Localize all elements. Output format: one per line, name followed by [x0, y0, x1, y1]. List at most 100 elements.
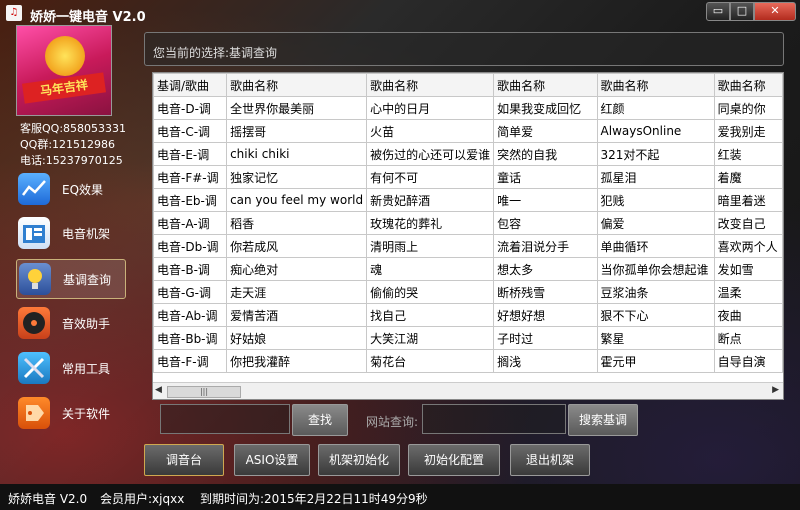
- song-cell[interactable]: 好想好想: [493, 303, 598, 327]
- song-cell[interactable]: 你把我灌醉: [226, 349, 368, 373]
- sidebar-item-key-query[interactable]: 基调查询: [16, 259, 126, 299]
- song-cell[interactable]: 偷偷的哭: [366, 280, 495, 304]
- song-cell[interactable]: 菊花台: [366, 349, 495, 373]
- sidebar-item-about[interactable]: 关于软件: [16, 394, 124, 432]
- song-cell[interactable]: 单曲循环: [596, 234, 715, 258]
- song-cell[interactable]: 子时过: [493, 326, 598, 350]
- song-cell[interactable]: 清明雨上: [366, 234, 495, 258]
- sidebar-item-tools[interactable]: 常用工具: [16, 349, 124, 387]
- key-search-input[interactable]: [160, 404, 290, 434]
- scroll-left-icon[interactable]: ◀: [155, 385, 162, 395]
- song-cell[interactable]: 发如雪: [713, 257, 783, 281]
- site-query-input[interactable]: [422, 404, 566, 434]
- song-cell[interactable]: 玫瑰花的葬礼: [366, 211, 495, 235]
- song-cell[interactable]: 全世界你最美丽: [226, 96, 368, 120]
- song-cell[interactable]: 红颜: [596, 96, 715, 120]
- table-row[interactable]: 电音-Eb-调 can you feel my world 新贵妃醉酒 唯一 犯贱 暗里着…: [153, 188, 783, 212]
- sidebar-item-rack[interactable]: 电音机架: [16, 214, 124, 252]
- key-cell[interactable]: 电音-Eb-调: [153, 188, 228, 212]
- exit-rack-button[interactable]: 退出机架: [510, 444, 590, 476]
- table-row[interactable]: 电音-Ab-调 爱情苦酒 找自己 好想好想 狠不下心 夜曲: [153, 303, 783, 327]
- song-cell[interactable]: 豆浆油条: [596, 280, 715, 304]
- table-row[interactable]: 电音-F-调 你把我灌醉 菊花台 搁浅 霍元甲 自导自演: [153, 349, 783, 373]
- asio-settings-button[interactable]: ASIO设置: [234, 444, 310, 476]
- song-cell[interactable]: 断桥残雪: [493, 280, 598, 304]
- key-cell[interactable]: 电音-E-调: [153, 142, 228, 166]
- song-cell[interactable]: 心中的日月: [366, 96, 495, 120]
- song-cell[interactable]: 爱我别走: [713, 119, 783, 143]
- song-cell[interactable]: 搁浅: [493, 349, 598, 373]
- scroll-thumb[interactable]: |||: [167, 386, 241, 398]
- close-button[interactable]: ✕: [754, 2, 796, 21]
- song-cell[interactable]: can you feel my world: [226, 188, 368, 212]
- song-cell[interactable]: 温柔: [713, 280, 783, 304]
- key-cell[interactable]: 电音-F#-调: [153, 165, 228, 189]
- key-cell[interactable]: 电音-Ab-调: [153, 303, 228, 327]
- song-cell[interactable]: 爱情苦酒: [226, 303, 368, 327]
- key-cell[interactable]: 电音-D-调: [153, 96, 228, 120]
- song-cell[interactable]: 独家记忆: [226, 165, 368, 189]
- table-row[interactable]: 电音-F#-调 独家记忆 有何不可 童话 孤星泪 着魔: [153, 165, 783, 189]
- horizontal-scrollbar[interactable]: ◀ ||| ▶: [153, 382, 783, 399]
- song-cell[interactable]: 想太多: [493, 257, 598, 281]
- key-table[interactable]: 基调/歌曲 歌曲名称 歌曲名称 歌曲名称 歌曲名称 歌曲名称 电音-D-调 全世界你最美丽心…: [152, 72, 784, 400]
- table-row[interactable]: 电音-A-调 稻香 玫瑰花的葬礼 包容 偏爱 改变自己: [153, 211, 783, 235]
- song-cell[interactable]: 找自己: [366, 303, 495, 327]
- song-cell[interactable]: 走天涯: [226, 280, 368, 304]
- table-row[interactable]: 电音-Db-调 你若成风 清明雨上 流着泪说分手 单曲循环 喜欢两个人: [153, 234, 783, 258]
- song-cell[interactable]: 狠不下心: [596, 303, 715, 327]
- key-cell[interactable]: 电音-F-调: [153, 349, 228, 373]
- song-cell[interactable]: 痴心绝对: [226, 257, 368, 281]
- song-cell[interactable]: 有何不可: [366, 165, 495, 189]
- table-row[interactable]: 电音-B-调 痴心绝对魂想太多 当你孤单你会想起谁 发如雪: [153, 257, 783, 281]
- key-cell[interactable]: 电音-Bb-调: [153, 326, 228, 350]
- song-cell[interactable]: 喜欢两个人: [713, 234, 783, 258]
- minimize-button[interactable]: ▭: [706, 2, 730, 21]
- table-row[interactable]: 电音-E-调 chiki chiki 被伤过的心还可以爱谁 突然的自我 321对不起 红装: [153, 142, 783, 166]
- search-key-button[interactable]: 搜索基调: [568, 404, 638, 436]
- song-cell[interactable]: 摇摆哥: [226, 119, 368, 143]
- song-cell[interactable]: 如果我变成回忆: [493, 96, 598, 120]
- song-cell[interactable]: 夜曲: [713, 303, 783, 327]
- song-cell[interactable]: 321对不起: [596, 142, 715, 166]
- song-cell[interactable]: 唯一: [493, 188, 598, 212]
- key-cell[interactable]: 电音-C-调: [153, 119, 228, 143]
- song-cell[interactable]: 霍元甲: [596, 349, 715, 373]
- song-cell[interactable]: 偏爱: [596, 211, 715, 235]
- song-cell[interactable]: 突然的自我: [493, 142, 598, 166]
- song-cell[interactable]: 稻香: [226, 211, 368, 235]
- column-header[interactable]: 基调/歌曲: [153, 73, 228, 97]
- key-cell[interactable]: 电音-B-调: [153, 257, 228, 281]
- column-header[interactable]: 歌曲名称: [493, 73, 598, 97]
- key-cell[interactable]: 电音-G-调: [153, 280, 228, 304]
- song-cell[interactable]: 犯贱: [596, 188, 715, 212]
- song-cell[interactable]: 孤星泪: [596, 165, 715, 189]
- song-cell[interactable]: 包容: [493, 211, 598, 235]
- table-row[interactable]: 电音-Bb-调 好姑娘 大笑江湖 子时过 繁星 断点: [153, 326, 783, 350]
- song-cell[interactable]: 暗里着迷: [713, 188, 783, 212]
- song-cell[interactable]: 改变自己: [713, 211, 783, 235]
- song-cell[interactable]: chiki chiki: [226, 142, 368, 166]
- song-cell[interactable]: 童话: [493, 165, 598, 189]
- song-cell[interactable]: 繁星: [596, 326, 715, 350]
- find-button[interactable]: 查找: [292, 404, 348, 436]
- song-cell[interactable]: AlwaysOnline: [596, 119, 715, 143]
- song-cell[interactable]: 魂: [366, 257, 495, 281]
- rack-init-button[interactable]: 机架初始化: [318, 444, 400, 476]
- column-header[interactable]: 歌曲名称: [713, 73, 783, 97]
- table-row[interactable]: 电音-G-调 走天涯 偷偷的哭 断桥残雪 豆浆油条 温柔: [153, 280, 783, 304]
- song-cell[interactable]: 大笑江湖: [366, 326, 495, 350]
- song-cell[interactable]: 同桌的你: [713, 96, 783, 120]
- song-cell[interactable]: 被伤过的心还可以爱谁: [366, 142, 495, 166]
- sidebar-item-sound-helper[interactable]: 音效助手: [16, 304, 124, 342]
- song-cell[interactable]: 断点: [713, 326, 783, 350]
- key-cell[interactable]: 电音-Db-调: [153, 234, 228, 258]
- column-header[interactable]: 歌曲名称: [596, 73, 715, 97]
- sidebar-item-eq[interactable]: EQ效果: [16, 170, 124, 208]
- song-cell[interactable]: 简单爱: [493, 119, 598, 143]
- table-row[interactable]: 电音-D-调 全世界你最美丽 心中的日月 如果我变成回忆 红颜 同桌的你: [153, 96, 783, 120]
- song-cell[interactable]: 红装: [713, 142, 783, 166]
- key-cell[interactable]: 电音-A-调: [153, 211, 228, 235]
- mixer-button[interactable]: 调音台: [144, 444, 224, 476]
- scroll-right-icon[interactable]: ▶: [772, 385, 779, 395]
